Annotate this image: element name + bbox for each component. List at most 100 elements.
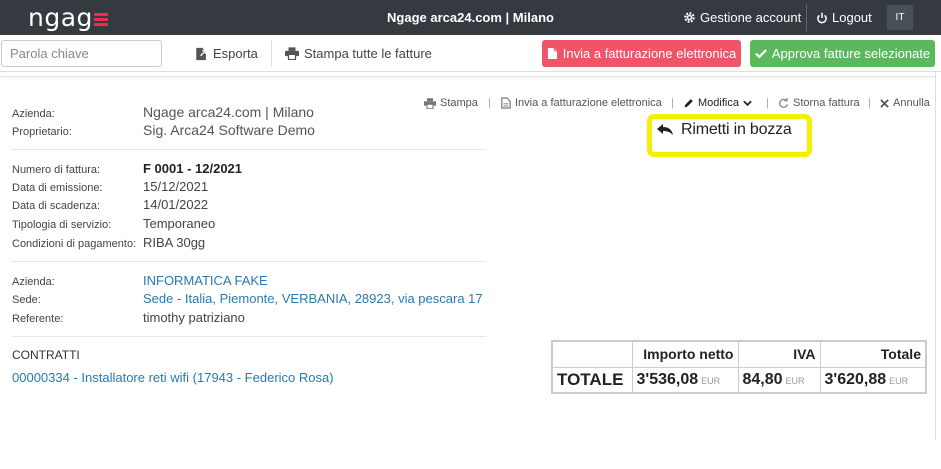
cancel-action[interactable]: Annulla	[880, 97, 930, 109]
net-amount-cell: 3'536,08 EUR	[631, 366, 739, 394]
print-all-label: Stampa tutte le fatture	[304, 46, 432, 61]
vat-cell: 84,80 EUR	[737, 366, 821, 394]
nav-divider	[806, 4, 807, 32]
logo-e-mark	[93, 12, 108, 27]
due-date-row: Data di scadenza: 14/01/2022	[12, 197, 208, 215]
client-sede-link[interactable]: Sede - Italia, Piemonte, VERBANIA, 28923…	[143, 291, 483, 306]
service-type-row: Tipologia di servizio: Temporaneo	[12, 216, 215, 234]
export-button[interactable]: Esporta	[195, 46, 258, 61]
logout-button[interactable]: Logout	[816, 10, 872, 25]
action-separator: |	[488, 97, 491, 109]
export-label: Esporta	[213, 46, 258, 61]
vat-value: 84,80	[742, 370, 783, 388]
header-total: Totale	[819, 340, 927, 368]
action-separator: |	[868, 97, 871, 109]
print-action[interactable]: Stampa	[424, 97, 478, 109]
client-referente-label: Referente:	[12, 313, 64, 325]
refresh-icon	[779, 97, 789, 108]
approve-selected-button[interactable]: Approva fatture selezionate	[750, 40, 935, 67]
due-date-label: Data di scadenza:	[12, 200, 101, 212]
totals-header-row: Importo netto IVA Totale	[551, 340, 927, 368]
total-value: 3'620,88	[824, 370, 887, 388]
action-separator: |	[671, 97, 674, 109]
file-icon	[501, 97, 511, 109]
payment-terms-label: Condizioni di pagamento:	[12, 238, 137, 250]
issue-date-label: Data di emissione:	[12, 182, 103, 194]
logout-label: Logout	[832, 10, 872, 25]
account-label: Gestione account	[700, 10, 802, 25]
toolbar-divider	[271, 40, 272, 67]
export-file-icon	[196, 47, 207, 60]
contracts-title: CONTRATTI	[12, 348, 80, 362]
send-einvoice-label: Invia a fatturazione elettronica	[562, 46, 737, 61]
print-icon	[285, 47, 299, 60]
service-type-value: Temporaneo	[143, 216, 216, 231]
logo-text: ngag	[28, 3, 93, 32]
action-separator: |	[766, 97, 769, 109]
reverse-invoice-action[interactable]: Storna fattura	[778, 97, 860, 109]
cancel-label: Annulla	[893, 97, 930, 109]
company-azienda-label: Azienda:	[12, 108, 55, 120]
power-icon	[817, 12, 827, 23]
back-to-draft-option[interactable]: Rimetti in bozza	[657, 121, 792, 139]
total-cell: 3'620,88 EUR	[819, 366, 927, 394]
client-sede-row: Sede: Sede - Italia, Piemonte, VERBANIA,…	[12, 291, 483, 309]
invoice-number-label: Numero di fattura:	[12, 164, 101, 176]
due-date-value: 14/01/2022	[143, 197, 209, 212]
totals-row-label: TOTALE	[551, 366, 633, 394]
company-owner-label: Proprietario:	[12, 126, 72, 138]
edit-label: Modifica	[698, 97, 739, 109]
search-input[interactable]	[1, 40, 162, 67]
toolbar: Esporta Stampa tutte le fatture Invia a …	[0, 35, 941, 72]
approve-label: Approva fatture selezionate	[771, 46, 931, 61]
print-icon	[424, 97, 436, 109]
file-icon	[547, 48, 557, 59]
company-owner-value: Sig. Arca24 Software Demo	[143, 122, 315, 138]
client-referente-value: timothy patriziano	[143, 310, 245, 325]
back-to-draft-label: Rimetti in bozza	[681, 121, 792, 138]
content-top-edge	[0, 72, 935, 77]
payment-terms-row: Condizioni di pagamento: RIBA 30gg	[12, 235, 205, 253]
language-selector[interactable]: IT	[887, 5, 913, 30]
currency-label: EUR	[701, 375, 721, 386]
company-owner-row: Proprietario: Sig. Arca24 Software Demo	[12, 122, 315, 140]
check-icon	[754, 49, 767, 59]
pencil-icon	[684, 98, 693, 107]
app-logo[interactable]: ngag	[28, 3, 108, 32]
panel-right-border	[935, 72, 936, 440]
send-einvoice-action[interactable]: Invia a fatturazione elettronica	[501, 97, 662, 109]
client-azienda-label: Azienda:	[12, 276, 55, 288]
chevron-down-icon	[743, 100, 752, 106]
print-action-label: Stampa	[440, 97, 478, 109]
section-divider	[12, 261, 486, 262]
print-all-button[interactable]: Stampa tutte le fatture	[285, 46, 432, 61]
client-sede-label: Sede:	[12, 294, 41, 306]
header-net-amount: Importo netto	[631, 340, 739, 368]
contract-link[interactable]: 00000334 - Installatore reti wifi (17943…	[12, 370, 334, 385]
send-einvoice-button[interactable]: Invia a fatturazione elettronica	[542, 40, 741, 67]
reply-arrow-icon	[657, 124, 673, 135]
totals-table: Importo netto IVA Totale TOTALE 3'536,08…	[551, 340, 927, 394]
section-divider	[12, 149, 486, 150]
edit-dropdown-toggle[interactable]: Modifica	[683, 97, 752, 109]
invoice-number-row: Numero di fattura: F 0001 - 12/2021	[12, 161, 242, 179]
invoice-number-value: F 0001 - 12/2021	[143, 161, 243, 176]
issue-date-row: Data di emissione: 15/12/2021	[12, 179, 208, 197]
issue-date-value: 15/12/2021	[143, 179, 209, 194]
top-navbar: ngag Ngage arca24.com | Milano Gestione …	[0, 0, 941, 35]
company-azienda-row: Azienda: Ngage arca24.com | Milano	[12, 104, 314, 122]
send-einvoice-action-label: Invia a fatturazione elettronica	[515, 97, 662, 109]
currency-label: EUR	[785, 375, 805, 386]
close-icon	[880, 98, 889, 108]
client-azienda-row: Azienda: INFORMATICA FAKE	[12, 273, 268, 291]
account-menu-button[interactable]: Gestione account	[683, 10, 801, 25]
totals-empty-header	[551, 340, 633, 368]
client-azienda-link[interactable]: INFORMATICA FAKE	[143, 273, 268, 288]
currency-label: EUR	[889, 375, 909, 386]
page-title: Ngage arca24.com | Milano	[387, 10, 554, 25]
net-amount-value: 3'536,08	[636, 370, 699, 388]
client-referente-row: Referente: timothy patriziano	[12, 310, 245, 328]
payment-terms-value: RIBA 30gg	[143, 235, 206, 250]
service-type-label: Tipologia di servizio:	[12, 219, 112, 231]
company-azienda-value: Ngage arca24.com | Milano	[143, 104, 314, 120]
